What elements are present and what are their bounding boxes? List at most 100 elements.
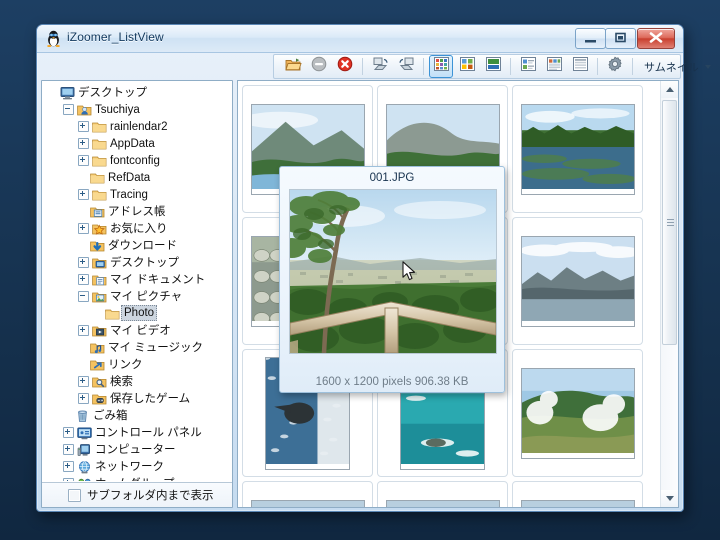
tree-item-16[interactable]: マイ ミュージック [44,339,232,356]
delete-button[interactable] [333,55,357,78]
tree-expander-spacer [63,411,72,420]
recycle-bin-icon [75,409,90,423]
application-window: iZoomer_ListView サムネイル デスクトップ Tsuchiya r… [36,24,720,512]
expand-plus-icon[interactable] [78,393,89,404]
tree-item-label: Tracing [110,188,148,201]
view-thumbnail-medium-button[interactable] [455,55,479,78]
title-bar[interactable]: iZoomer_ListView [37,25,683,53]
settings-button[interactable] [603,55,627,78]
tree-item-15[interactable]: マイ ビデオ [44,322,232,339]
subfolder-checkbox[interactable] [68,488,81,502]
thumbnail-cell[interactable] [512,85,643,213]
view-thumbnail-small-button[interactable] [429,55,453,78]
thumbnail-cell[interactable] [512,217,643,345]
collapse-minus-icon[interactable] [78,291,89,302]
tree-item-4[interactable]: AppData [44,135,232,152]
grid-small-icon [433,57,449,76]
tree-item-23[interactable]: ネットワーク [44,458,232,475]
rotate-right-button[interactable] [394,55,418,78]
tree-item-21[interactable]: コントロール パネル [44,424,232,441]
thumbnail-cell[interactable] [377,481,508,507]
tree-item-19[interactable]: 保存したゲーム [44,390,232,407]
tree-item-20[interactable]: ごみ箱 [44,407,232,424]
expand-plus-icon[interactable] [78,138,89,149]
thumbnail-010[interactable] [250,499,365,507]
tree-item-label: マイ ピクチャ [110,290,183,303]
view-thumbnail-large-button[interactable] [481,55,505,78]
thumbnail-cell[interactable] [242,481,373,507]
folder-icon [105,307,120,321]
open-folder-icon [284,57,302,77]
tree-item-1[interactable]: デスクトップ [44,84,232,101]
minimize-button[interactable] [575,28,606,49]
view-list-button[interactable] [568,55,592,78]
desktop-icon [60,86,75,100]
view-tile-button[interactable] [516,55,540,78]
tree-item-7[interactable]: Tracing [44,186,232,203]
tree-item-label: デスクトップ [110,256,179,269]
rotate-left-button[interactable] [368,55,392,78]
chevron-down-icon[interactable] [704,64,711,69]
vertical-scrollbar[interactable] [660,81,678,507]
tree-item-22[interactable]: コンピューター [44,441,232,458]
client-area: デスクトップ Tsuchiya rainlendar2 AppData fontconf… [41,80,679,508]
expand-plus-icon[interactable] [63,478,74,481]
expand-plus-icon[interactable] [78,257,89,268]
expand-plus-icon[interactable] [78,189,89,200]
search-icon [92,375,107,389]
folder-icon [92,137,107,151]
expand-plus-icon[interactable] [78,223,89,234]
thumbnail-cell[interactable] [512,349,643,477]
thumbnail-011[interactable] [385,499,500,507]
tree-item-13[interactable]: マイ ピクチャ [44,288,232,305]
tree-item-label: ごみ箱 [93,409,128,422]
maximize-button[interactable] [605,28,636,49]
open-folder-button[interactable] [281,55,305,78]
tree-item-5[interactable]: fontconfig [44,152,232,169]
expand-plus-icon[interactable] [63,444,74,455]
image-preview-popup[interactable]: 001.JPG 1600 x 1200 pixels 906.38 KB [279,166,505,393]
tree-item-24[interactable]: ホームグループ [44,475,232,481]
tree-item-9[interactable]: お気に入り [44,220,232,237]
expand-plus-icon[interactable] [78,274,89,285]
tree-item-11[interactable]: デスクトップ [44,254,232,271]
tree-item-14[interactable]: Photo [44,305,232,322]
tree-item-label: ホームグループ [95,477,174,482]
tree-expander-spacer [78,360,87,369]
expand-plus-icon[interactable] [63,461,74,472]
scroll-down-icon[interactable] [661,490,678,507]
thumbnail-006[interactable] [519,235,641,327]
folder-tree[interactable]: デスクトップ Tsuchiya rainlendar2 AppData fontconf… [42,81,232,481]
tree-item-10[interactable]: ダウンロード [44,237,232,254]
thumbnail-cell[interactable] [512,481,643,507]
scroll-up-icon[interactable] [661,81,678,98]
tree-item-6[interactable]: RefData [44,169,232,186]
expand-plus-icon[interactable] [78,121,89,132]
tree-item-8[interactable]: アドレス帳 [44,203,232,220]
close-button[interactable] [637,28,675,49]
tree-item-12[interactable]: マイ ドキュメント [44,271,232,288]
thumbnail-012[interactable] [520,499,635,507]
pictures-icon [92,290,107,304]
view-detail-button[interactable] [542,55,566,78]
folder-icon [92,154,107,168]
thumbnail-003[interactable] [520,103,636,195]
tree-item-label: AppData [110,137,155,150]
expand-plus-icon[interactable] [78,376,89,387]
tree-item-18[interactable]: 検索 [44,373,232,390]
view-mode-combo[interactable]: サムネイル [639,57,713,76]
remove-button[interactable] [307,55,331,78]
expand-plus-icon[interactable] [78,325,89,336]
thumbnail-009[interactable] [520,367,635,459]
tree-item-3[interactable]: rainlendar2 [44,118,232,135]
tree-item-17[interactable]: リンク [44,356,232,373]
scroll-thumb[interactable] [662,100,677,345]
folder-icon [92,188,107,202]
tree-item-2[interactable]: Tsuchiya [44,101,232,118]
collapse-minus-icon[interactable] [63,104,74,115]
desktop-folder-icon [92,256,107,270]
expand-plus-icon[interactable] [63,427,74,438]
refresh-thumbnails-button[interactable] [716,55,720,78]
expand-plus-icon[interactable] [78,155,89,166]
tree-item-label: ダウンロード [108,239,177,252]
